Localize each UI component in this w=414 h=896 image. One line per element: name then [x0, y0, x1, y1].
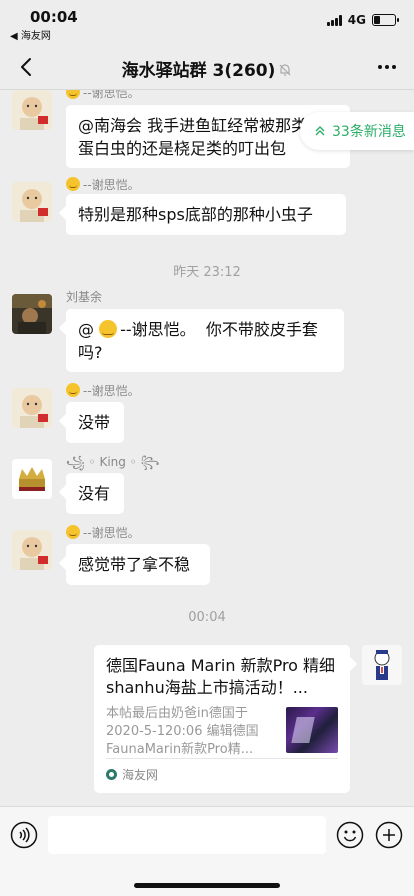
status-time: 00:04: [30, 8, 78, 26]
battery-fill: [374, 16, 380, 24]
link-card-footer: 海友网: [106, 758, 338, 783]
avatar[interactable]: [12, 294, 52, 334]
link-card-thumbnail: [286, 707, 338, 753]
nav-bar: 海水驿站群 3(260): [0, 44, 414, 90]
signal-icon: [326, 14, 342, 26]
sender-name: --谢思恺。: [66, 524, 140, 541]
bell-off-icon: [279, 64, 291, 76]
battery-icon: [372, 14, 399, 26]
more-dots-icon[interactable]: [374, 54, 400, 80]
smile-emoji-icon: [66, 90, 80, 99]
link-card-title: 德国Fauna Marin 新款Pro 精细shanhu海盐上市搞活动！...: [106, 656, 336, 697]
link-card[interactable]: 德国Fauna Marin 新款Pro 精细shanhu海盐上市搞活动！... …: [94, 645, 350, 793]
message-bubble[interactable]: 感觉带了拿不稳: [66, 544, 210, 585]
message-bubble[interactable]: 特别是那种sps底部的那种小虫子: [66, 194, 346, 235]
avatar[interactable]: [12, 459, 52, 499]
voice-icon[interactable]: [10, 821, 38, 849]
status-indicators: 4G: [326, 13, 399, 27]
plus-circle-icon[interactable]: [375, 821, 403, 849]
avatar[interactable]: [12, 182, 52, 222]
sender-name: --谢思恺。: [66, 176, 140, 193]
time-separator: 00:04: [188, 610, 226, 625]
site-logo-icon: [106, 769, 117, 780]
link-card-source: 海友网: [122, 768, 159, 782]
new-messages-label: 33条新消息: [332, 124, 406, 140]
time-separator: 昨天 23:12: [173, 265, 241, 280]
avatar[interactable]: [12, 388, 52, 428]
input-bar: [0, 806, 414, 896]
smile-emoji-icon: [99, 320, 118, 338]
chat-title-text: 海水驿站群 3(260): [121, 61, 276, 81]
link-card-description: 本帖最后由奶爸in德国于2020-5-120:06 编辑德国FaunaMarin…: [106, 706, 259, 757]
smile-emoji-icon: [66, 383, 80, 397]
smile-emoji-icon: [66, 177, 80, 191]
chat-messages[interactable]: --谢思恺。 @南海会 我手进鱼缸经常被那类似蛋白虫的还是桡足类的叮出包 33条…: [0, 90, 414, 806]
home-indicator: [134, 883, 280, 888]
message-bubble[interactable]: 没带: [66, 402, 124, 443]
avatar[interactable]: [12, 530, 52, 570]
status-bar: 00:04 ◀ 海友网 4G: [0, 0, 414, 44]
chat-title: 海水驿站群 3(260): [0, 56, 414, 81]
new-messages-button[interactable]: 33条新消息: [300, 112, 414, 150]
emoji-face-icon[interactable]: [336, 821, 364, 849]
avatar[interactable]: [362, 645, 402, 685]
smile-emoji-icon: [66, 525, 80, 539]
double-chevron-up-icon: [315, 126, 325, 136]
sender-name: --谢思恺。: [66, 90, 140, 101]
message-input[interactable]: [48, 816, 326, 854]
sender-name: --谢思恺。: [66, 382, 140, 399]
message-bubble[interactable]: @ --谢思恺。 你不带胶皮手套吗?: [66, 309, 344, 372]
back-to-app-link[interactable]: ◀ 海友网: [10, 27, 51, 42]
link-card-body: 本帖最后由奶爸in德国于2020-5-120:06 编辑德国FaunaMarin…: [106, 705, 338, 759]
avatar[interactable]: [12, 90, 52, 130]
sender-name: 刘基余: [66, 290, 103, 304]
message-bubble[interactable]: 没有: [66, 473, 124, 514]
network-type: 4G: [347, 13, 366, 27]
